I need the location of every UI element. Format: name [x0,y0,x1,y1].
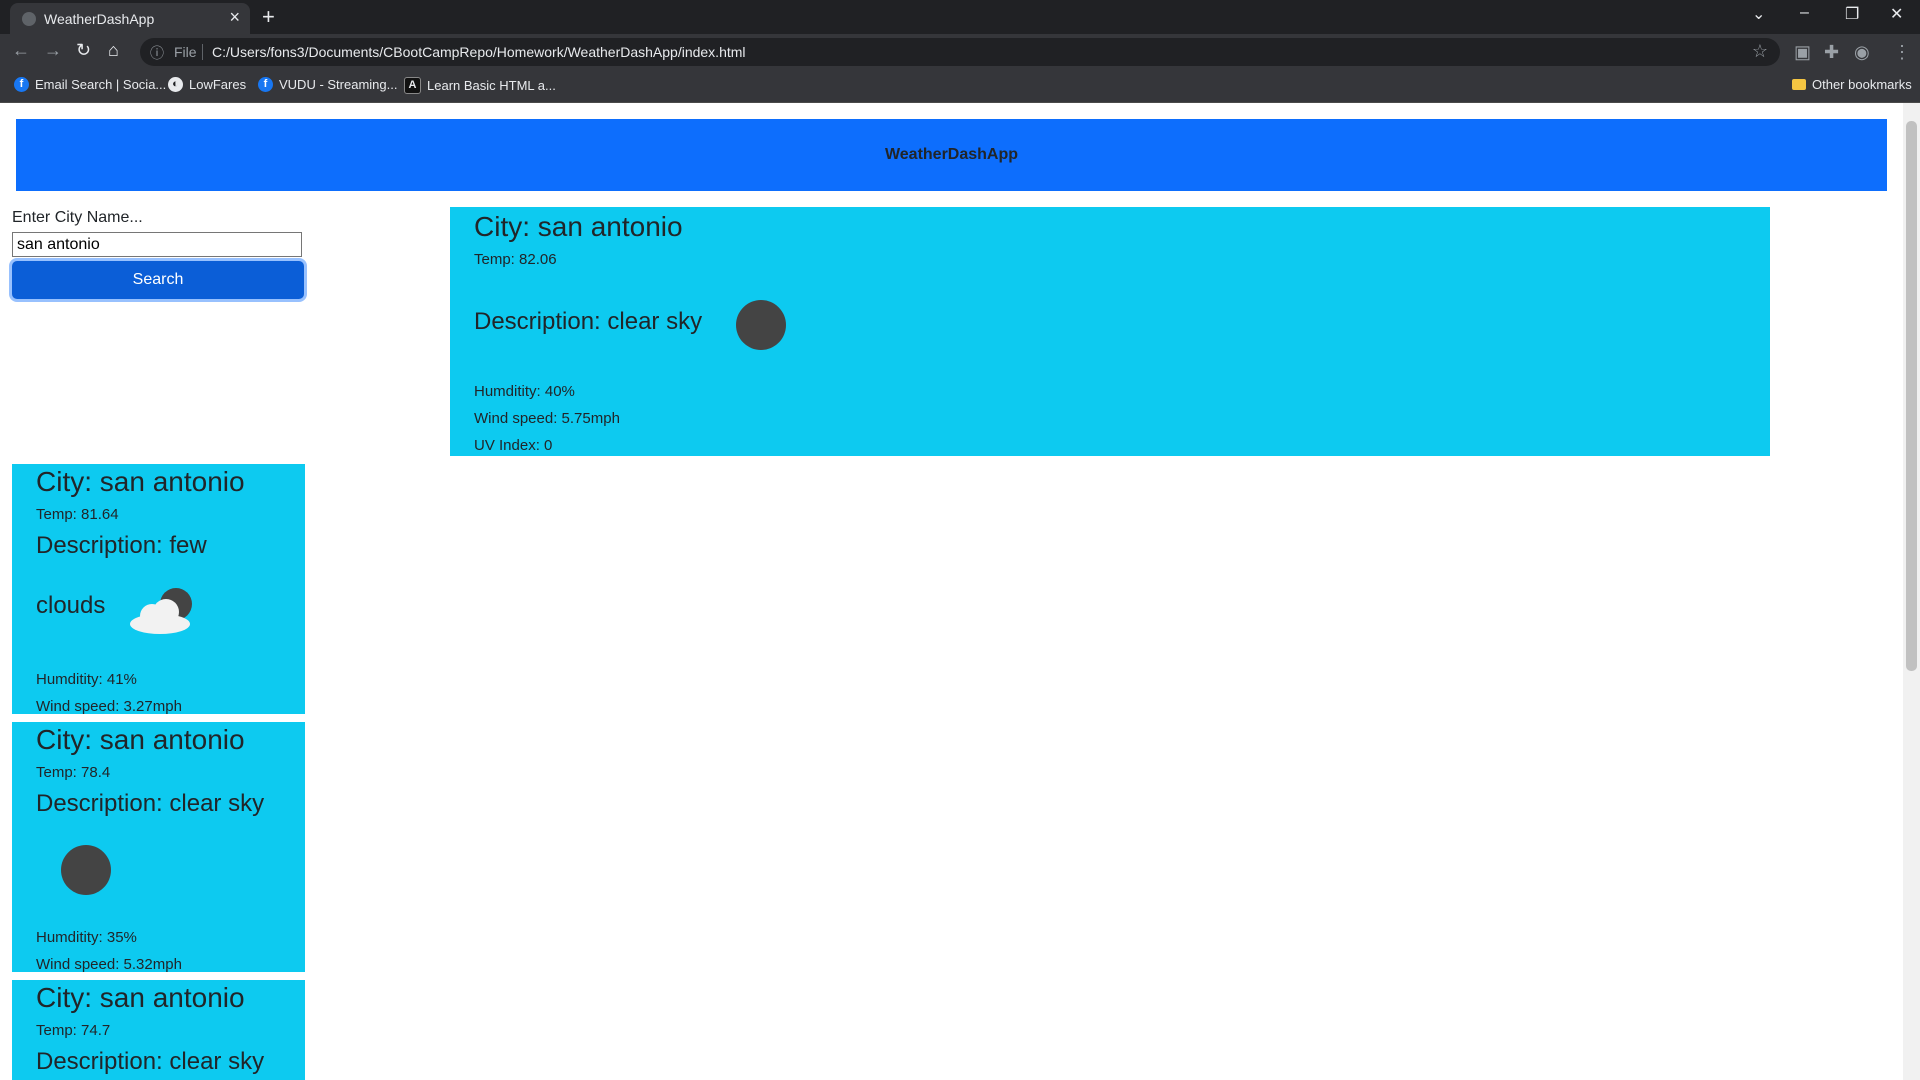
forecast-city: City: san antonio [36,466,245,497]
browser-tab[interactable]: WeatherDashApp × [10,3,250,34]
current-uv: UV Index: 0 [474,437,553,454]
tab-title: WeatherDashApp [44,11,155,27]
other-bookmarks-label: Other bookmarks [1812,77,1912,92]
bookmark-label: Learn Basic HTML a... [427,78,556,93]
divider [202,44,203,60]
forecast-description: Description: clear sky [36,1048,265,1075]
page-content: WeatherDashApp Enter City Name... Search… [0,103,1920,1080]
forecast-city: City: san antonio [36,724,245,755]
close-window-icon[interactable]: ✕ [1890,4,1903,24]
forecast-temp: Temp: 81.64 [36,506,119,523]
forecast-card: City: san antonio Temp: 81.64 Descriptio… [12,464,305,715]
tab-search-icon[interactable]: ⌄ [1752,4,1765,24]
back-icon[interactable]: ← [12,40,30,61]
forecast-temp: Temp: 78.4 [36,764,111,781]
few-clouds-icon [130,588,192,634]
current-wind: Wind speed: 5.75mph [474,410,620,427]
minimize-icon[interactable]: – [1800,4,1809,22]
globe-icon [22,12,36,26]
home-icon[interactable]: ⌂ [108,40,119,61]
profile-avatar[interactable]: ◉ [1854,42,1870,63]
forecast-wind: Wind speed: 5.32mph [36,956,182,973]
forecast-temp: Temp: 74.7 [36,1022,111,1039]
bookmark-label: LowFares [189,77,247,92]
forecast-humidity: Humditity: 41% [36,671,137,688]
new-tab-icon[interactable]: + [262,4,275,30]
facebook-icon: f [258,77,273,92]
bookmark-item[interactable]: f VUDU - Streaming... [258,77,397,92]
city-search-input[interactable] [12,232,302,257]
clear-sky-icon [736,300,786,350]
forecast-card: City: san antonio Temp: 78.4 Description… [12,722,305,973]
reload-icon[interactable]: ↻ [76,40,91,61]
forecast-city: City: san antonio [36,982,245,1013]
forecast-description: Description: clear sky [36,790,265,817]
bookmark-label: Email Search | Socia... [35,77,167,92]
forecast-description: Description: few [36,532,207,559]
current-city: City: san antonio [474,211,683,242]
bookmarks-bar: f Email Search | Socia... ◐ LowFares f V… [0,70,1920,103]
forecast-card: City: san antonio Temp: 74.7 Description… [12,980,305,1080]
restore-icon[interactable]: ❐ [1845,4,1859,24]
search-button[interactable]: Search [12,261,304,299]
forecast-wind: Wind speed: 3.27mph [36,698,182,715]
extension-icon[interactable]: ▣ [1794,42,1811,63]
forward-icon[interactable]: → [44,40,62,61]
url-scheme: File [174,44,197,60]
scrollbar-thumb[interactable] [1906,121,1917,671]
forecast-humidity: Humditity: 35% [36,929,137,946]
app-header: WeatherDashApp [16,119,1887,191]
bookmark-item[interactable]: A Learn Basic HTML a... [404,77,556,94]
page-scrollbar[interactable] [1903,103,1920,1080]
close-tab-icon[interactable]: × [229,8,240,26]
app-title: WeatherDashApp [884,146,1019,163]
bookmark-star-icon[interactable]: ☆ [1752,41,1768,62]
current-temp: Temp: 82.06 [474,251,557,268]
other-bookmarks[interactable]: Other bookmarks [1792,77,1912,92]
current-weather-card: City: san antonio Temp: 82.06 Descriptio… [450,207,1770,456]
address-bar[interactable]: ⓘ File C:/Users/fons3/Documents/CBootCam… [140,38,1780,66]
city-input-label: Enter City Name... [12,209,143,226]
folder-icon [1792,79,1806,90]
current-description: Description: clear sky [474,308,703,335]
site-icon: A [404,77,421,94]
bookmark-item[interactable]: ◐ LowFares [168,77,246,92]
url-text[interactable]: C:/Users/fons3/Documents/CBootCampRepo/H… [212,44,746,60]
facebook-icon: f [14,77,29,92]
bookmark-item[interactable]: f Email Search | Socia... [14,77,166,92]
globe-icon: ◐ [168,77,183,92]
bookmark-label: VUDU - Streaming... [279,77,398,92]
puzzle-icon[interactable]: ✚ [1824,42,1839,63]
forecast-description-cont: clouds [36,592,106,619]
browser-toolbar: ← → ↻ ⌂ ⓘ File C:/Users/fons3/Documents/… [0,34,1920,70]
clear-sky-icon [61,845,111,895]
menu-icon[interactable]: ⋮ [1893,42,1911,63]
info-icon[interactable]: ⓘ [150,43,164,63]
browser-tab-bar: WeatherDashApp × + ⌄ – ❐ ✕ [0,0,1920,34]
current-humidity: Humditity: 40% [474,383,575,400]
